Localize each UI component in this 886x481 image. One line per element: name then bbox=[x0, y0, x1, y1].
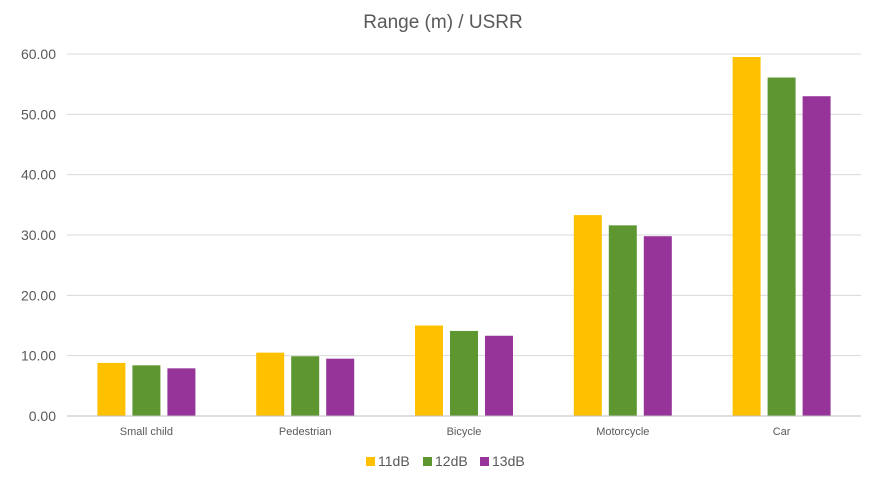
chart-title: Range (m) / USRR bbox=[363, 12, 522, 33]
x-tick-label: Bicycle bbox=[447, 426, 482, 438]
bar bbox=[97, 362, 126, 416]
x-tick-label: Small child bbox=[120, 426, 173, 438]
bar bbox=[767, 77, 796, 416]
bar bbox=[326, 358, 355, 416]
legend-swatch bbox=[423, 457, 432, 466]
legend-swatch bbox=[480, 457, 489, 466]
bar bbox=[256, 352, 285, 416]
bar bbox=[167, 368, 196, 416]
y-tick-label: 20.00 bbox=[21, 287, 56, 303]
bar bbox=[802, 96, 831, 416]
x-tick-label: Pedestrian bbox=[279, 426, 332, 438]
y-tick-label: 40.00 bbox=[21, 167, 56, 183]
y-axis-ticks: 0.00 10.00 20.00 30.00 40.00 50.00 60.00 bbox=[21, 46, 56, 424]
bar-chart: Range (m) / USRR 0.00 10.00 20.00 30.00 40.0… bbox=[21, 12, 861, 469]
legend: 11dB 12dB 13dB bbox=[366, 453, 525, 469]
y-tick-label: 0.00 bbox=[29, 408, 56, 424]
y-tick-label: 60.00 bbox=[21, 46, 56, 62]
bar bbox=[643, 236, 672, 416]
legend-label: 11dB bbox=[378, 453, 410, 469]
y-tick-label: 50.00 bbox=[21, 106, 56, 122]
y-tick-label: 10.00 bbox=[21, 348, 56, 364]
x-tick-label: Car bbox=[773, 426, 791, 438]
legend-label: 12dB bbox=[435, 453, 468, 469]
bars bbox=[97, 57, 831, 417]
legend-swatch bbox=[366, 457, 375, 466]
bar bbox=[485, 335, 513, 416]
y-tick-label: 30.00 bbox=[21, 227, 56, 243]
bar bbox=[608, 225, 637, 416]
bar bbox=[132, 365, 161, 416]
bar bbox=[732, 57, 761, 417]
legend-label: 13dB bbox=[492, 453, 525, 469]
bar bbox=[415, 325, 443, 416]
bar bbox=[450, 330, 478, 416]
x-axis-ticks: Small child Pedestrian Bicycle Motorcycle Ca… bbox=[120, 426, 791, 438]
bar bbox=[291, 356, 320, 416]
chart-container: Range (m) / USRR 0.00 10.00 20.00 30.00 40.0… bbox=[0, 0, 886, 481]
bar bbox=[573, 215, 602, 416]
x-tick-label: Motorcycle bbox=[596, 426, 649, 438]
